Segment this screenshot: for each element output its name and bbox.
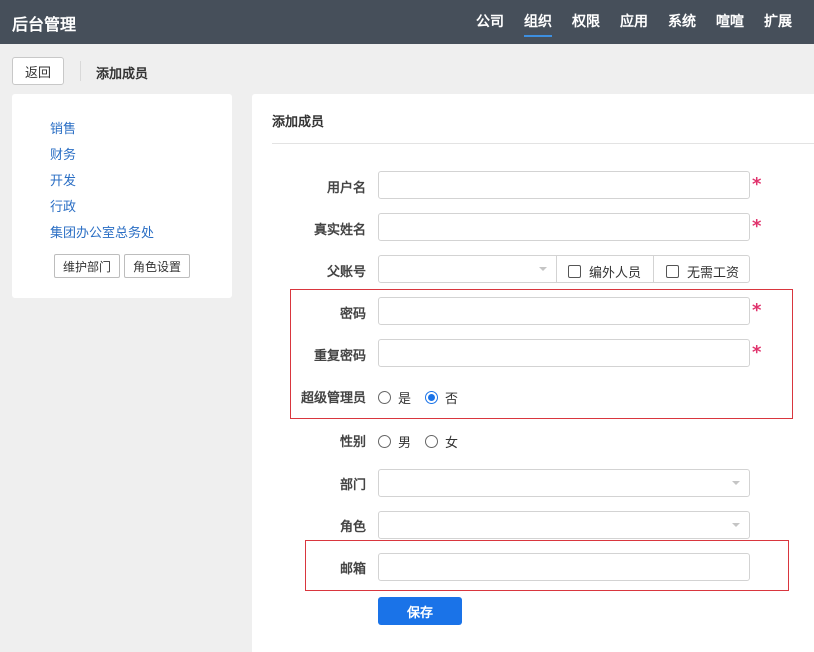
- repeat-password-label: 重复密码: [313, 349, 366, 364]
- gender-male-label: 男: [398, 436, 412, 451]
- parent-account-label: 父账号: [326, 265, 366, 280]
- no-salary-checkbox[interactable]: 无需工资: [666, 262, 739, 281]
- superadmin-no-label: 否: [445, 392, 459, 407]
- department-sidebar: 销售 财务 开发 行政 集团办公室总务处 维护部门 角色设置: [12, 94, 232, 298]
- app-title: 后台管理: [12, 15, 77, 34]
- parent-row-divider: [653, 256, 654, 282]
- nav-xuanxuan[interactable]: 喧喧: [716, 0, 744, 44]
- checkbox-icon: [568, 265, 581, 278]
- chevron-down-icon: [732, 523, 740, 527]
- radio-icon: [378, 435, 391, 448]
- department-select[interactable]: [378, 469, 750, 497]
- repeat-password-input[interactable]: [378, 339, 750, 367]
- superadmin-no-radio[interactable]: 否: [425, 388, 458, 407]
- gender-label: 性别: [339, 435, 366, 450]
- radio-icon: [425, 435, 439, 448]
- username-label: 用户名: [326, 181, 366, 196]
- sidebar-item-administration[interactable]: 行政: [50, 196, 76, 215]
- superadmin-yes-label: 是: [398, 392, 412, 407]
- nav-company[interactable]: 公司: [476, 0, 504, 44]
- gender-female-radio[interactable]: 女: [425, 432, 458, 451]
- realname-input[interactable]: [378, 213, 750, 241]
- superadmin-radio-group: 是 否: [378, 388, 472, 407]
- role-label: 角色: [339, 520, 366, 535]
- parent-account-group: 编外人员 无需工资: [378, 255, 750, 283]
- gender-radio-group: 男 女: [378, 432, 472, 451]
- role-select[interactable]: [378, 511, 750, 539]
- nav-application[interactable]: 应用: [620, 0, 648, 44]
- superadmin-label: 超级管理员: [300, 391, 366, 406]
- superadmin-yes-radio[interactable]: 是: [378, 388, 411, 407]
- username-input[interactable]: [378, 171, 750, 199]
- realname-label: 真实姓名: [313, 223, 366, 238]
- page-title: 添加成员: [96, 67, 149, 82]
- realname-required-mark: *: [752, 216, 762, 237]
- parent-account-select[interactable]: [379, 256, 556, 282]
- top-bar: 后台管理 公司 组织 权限 应用 系统 喧喧 扩展: [0, 0, 814, 44]
- nav-system[interactable]: 系统: [668, 0, 696, 44]
- password-input[interactable]: [378, 297, 750, 325]
- add-member-panel: 添加成员 用户名 * 真实姓名 * 父账号 编外人员 无需工资 密码 * 重复密…: [252, 94, 814, 652]
- external-staff-label: 编外人员: [589, 266, 642, 281]
- sidebar-item-development[interactable]: 开发: [50, 170, 76, 189]
- external-staff-checkbox[interactable]: 编外人员: [568, 262, 641, 281]
- radio-selected-icon: [425, 391, 439, 404]
- no-salary-label: 无需工资: [687, 266, 740, 281]
- gender-male-radio[interactable]: 男: [378, 432, 411, 451]
- role-settings-button[interactable]: 角色设置: [124, 254, 190, 278]
- email-input[interactable]: [378, 553, 750, 581]
- nav-organization[interactable]: 组织: [524, 0, 552, 44]
- email-label: 邮箱: [339, 562, 366, 577]
- sidebar-item-general-office[interactable]: 集团办公室总务处: [50, 222, 154, 241]
- nav-extension[interactable]: 扩展: [764, 0, 792, 44]
- gender-female-label: 女: [445, 436, 459, 451]
- form-title-divider: [272, 143, 814, 144]
- password-label: 密码: [339, 307, 366, 322]
- parent-row-divider: [556, 256, 557, 282]
- sidebar-item-finance[interactable]: 财务: [50, 144, 76, 163]
- sidebar-item-sales[interactable]: 销售: [50, 118, 76, 137]
- back-button[interactable]: 返回: [12, 57, 64, 85]
- department-label: 部门: [339, 478, 366, 493]
- maintain-department-button[interactable]: 维护部门: [54, 254, 120, 278]
- form-title: 添加成员: [272, 115, 325, 130]
- nav-permission[interactable]: 权限: [572, 0, 600, 44]
- password-required-mark: *: [752, 300, 762, 321]
- repeat-password-required-mark: *: [752, 342, 762, 363]
- toolbar-divider: [80, 61, 81, 81]
- main-nav: 公司 组织 权限 应用 系统 喧喧 扩展: [456, 0, 792, 44]
- chevron-down-icon: [732, 481, 740, 485]
- chevron-down-icon: [539, 267, 547, 271]
- save-button[interactable]: 保存: [378, 597, 462, 625]
- radio-icon: [378, 391, 391, 404]
- checkbox-icon: [666, 265, 679, 278]
- username-required-mark: *: [752, 174, 762, 195]
